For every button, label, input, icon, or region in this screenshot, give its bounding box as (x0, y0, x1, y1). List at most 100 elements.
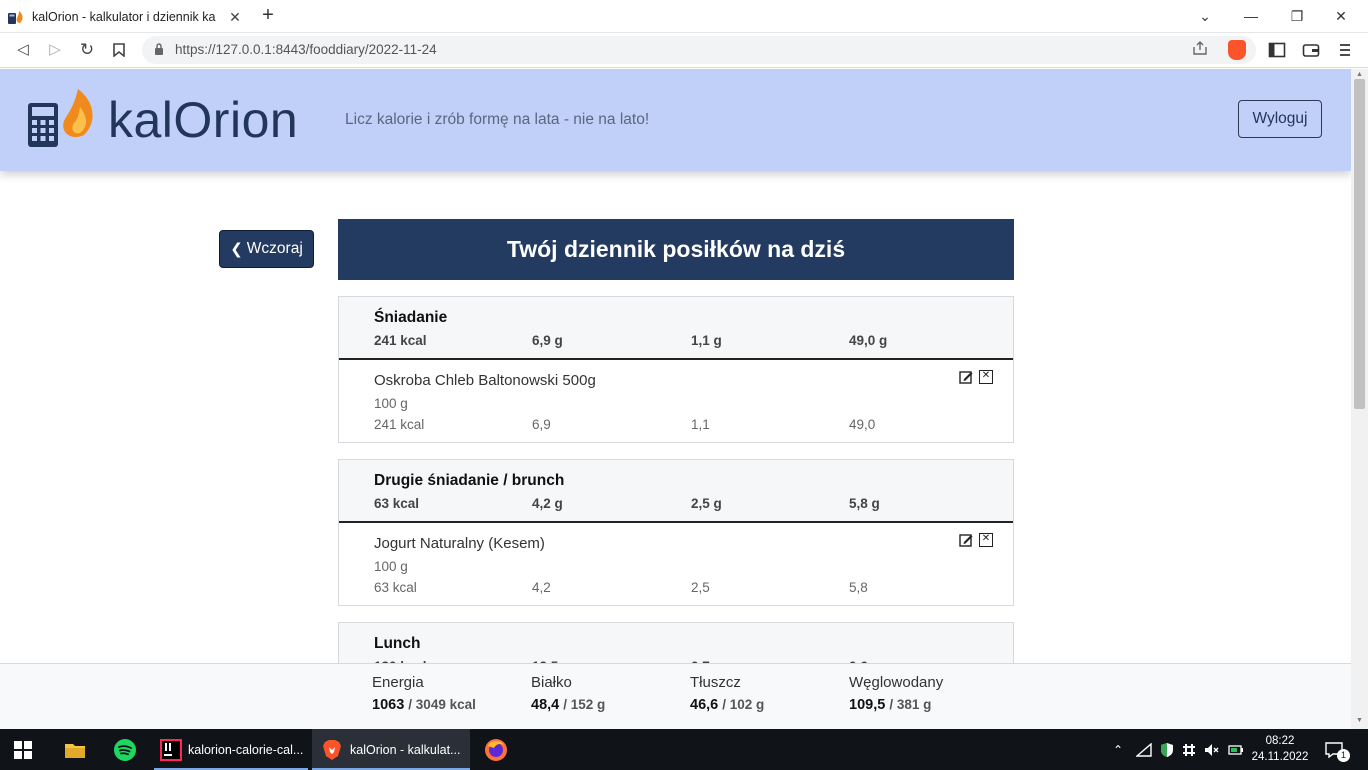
delete-icon[interactable]: ✕ (979, 533, 993, 547)
summary-carbs: Węglowodany 109,5 / 381 g (849, 674, 943, 713)
menu-icon[interactable] (1336, 41, 1354, 59)
summary-goal: / 102 g (722, 697, 765, 712)
summary-value: 48,4 (531, 697, 560, 713)
meal-total-carbs: 5,8 g (849, 496, 880, 511)
edit-icon[interactable] (959, 370, 973, 384)
security-shield-icon[interactable] (1160, 742, 1174, 758)
diary-title: Twój dziennik posiłków na dziś (338, 219, 1014, 280)
scroll-down-icon[interactable]: ▼ (1351, 717, 1368, 727)
summary-fat: Tłuszcz 46,6 / 102 g (690, 674, 764, 713)
summary-label: Białko (531, 674, 572, 691)
meal-total-fat: 1,1 g (691, 333, 722, 348)
clock-date: 24.11.2022 (1251, 751, 1309, 763)
firefox-icon[interactable] (484, 738, 508, 762)
url-text: https://127.0.0.1:8443/fooddiary/2022-11… (175, 42, 437, 57)
calculator-flame-favicon-icon (8, 10, 24, 24)
summary-label: Energia (372, 674, 424, 691)
meal-total-fat: 2,5 g (691, 496, 722, 511)
slogan: Licz kalorie i zrób formę na lata - nie … (345, 111, 650, 128)
site-header: kalOrion Licz kalorie i zrób formę na la… (0, 69, 1351, 171)
taskbar-app-label: kalorion-calorie-cal... (188, 742, 304, 757)
food-carbs: 5,8 (849, 580, 868, 595)
share-icon[interactable] (1192, 41, 1208, 58)
food-name: Jogurt Naturalny (Kesem) (374, 535, 545, 552)
tab-search-chevron-icon[interactable]: ⌄ (1182, 4, 1228, 28)
clock-time: 08:22 (1265, 735, 1295, 747)
edit-icon[interactable] (959, 533, 973, 547)
forward-icon[interactable]: ▷ (42, 38, 68, 62)
taskbar-app-intellij[interactable]: kalorion-calorie-cal... (154, 729, 308, 770)
summary-goal: / 152 g (563, 697, 606, 712)
page-viewport: kalOrion Licz kalorie i zrób formę na la… (0, 69, 1351, 729)
brand-name[interactable]: kalOrion (108, 91, 298, 149)
brave-shields-icon[interactable] (1228, 40, 1246, 60)
back-icon[interactable]: ◁ (10, 38, 36, 62)
reload-icon[interactable]: ↻ (74, 38, 100, 62)
summary-value: 1063 (372, 697, 405, 713)
meal-card: Śniadanie 241 kcal 6,9 g 1,1 g 49,0 g Os… (338, 296, 1014, 443)
new-tab-icon[interactable]: + (256, 3, 280, 27)
address-bar[interactable]: https://127.0.0.1:8443/fooddiary/2022-11… (142, 36, 1256, 64)
sidebar-icon[interactable] (1268, 41, 1286, 59)
summary-value: 46,6 (690, 697, 719, 713)
taskbar-app-label: kalOrion - kalkulat... (350, 742, 461, 757)
browser-toolbar: ◁ ▷ ↻ https://127.0.0.1:8443/fooddiary/2… (0, 33, 1368, 68)
wallet-icon[interactable] (1302, 41, 1320, 59)
battery-icon[interactable] (1228, 743, 1244, 757)
page-scrollbar[interactable]: ▲ ▼ (1351, 69, 1368, 729)
meal-name: Lunch (374, 635, 421, 652)
taskbar-app-brave[interactable]: kalOrion - kalkulat... (312, 729, 470, 770)
previous-day-label: Wczoraj (246, 240, 303, 257)
logout-button[interactable]: Wyloguj (1238, 100, 1322, 138)
daily-summary-bar: Energia 1063 / 3049 kcal Białko 48,4 / 1… (0, 663, 1351, 729)
system-clock[interactable]: 08:22 24.11.2022 (1250, 733, 1310, 765)
calculator-flame-logo-icon (28, 89, 93, 147)
food-quantity: 100 g (374, 559, 408, 574)
brave-browser-icon (323, 739, 341, 760)
meal-name: Drugie śniadanie / brunch (374, 472, 565, 489)
meal-total-protein: 4,2 g (532, 496, 563, 511)
file-explorer-icon[interactable] (63, 738, 87, 762)
speaker-muted-icon[interactable] (1204, 743, 1220, 757)
food-kcal: 63 kcal (374, 580, 417, 595)
meal-name: Śniadanie (374, 309, 448, 326)
intellij-icon (160, 738, 182, 761)
lock-icon (155, 43, 163, 55)
meal-total-kcal: 241 kcal (374, 333, 427, 348)
restore-icon[interactable]: ❐ (1274, 4, 1320, 28)
network-icon[interactable] (1136, 742, 1152, 757)
scrollbar-thumb[interactable] (1354, 79, 1365, 409)
chevron-left-icon: ❮ (230, 241, 243, 258)
food-kcal: 241 kcal (374, 417, 425, 432)
summary-value: 109,5 (849, 697, 886, 713)
meal-total-kcal: 63 kcal (374, 496, 420, 511)
meal-total-carbs: 49,0 g (849, 333, 888, 348)
notification-center[interactable]: 1 (1325, 729, 1350, 770)
window-close-icon[interactable]: ✕ (1318, 4, 1364, 28)
meal-total-protein: 6,9 g (532, 333, 563, 348)
summary-goal: / 381 g (889, 697, 932, 712)
windows-start-icon[interactable] (14, 741, 32, 759)
food-protein: 4,2 (532, 580, 551, 595)
food-entry: Oskroba Chleb Baltonowski 500g 100 g 241… (339, 360, 1013, 442)
browser-tab-strip: kalOrion - kalkulator i dziennik ka ✕ + … (0, 0, 1368, 33)
browser-tab[interactable]: kalOrion - kalkulator i dziennik ka ✕ (8, 3, 244, 31)
summary-protein: Białko 48,4 / 152 g (531, 674, 605, 713)
food-carbs: 49,0 (849, 417, 876, 432)
summary-goal: / 3049 kcal (408, 697, 476, 712)
system-tray: ⌃ (1108, 729, 1244, 770)
minimize-icon[interactable]: — (1228, 4, 1274, 28)
delete-icon[interactable]: ✕ (979, 370, 993, 384)
meal-header: Śniadanie 241 kcal 6,9 g 1,1 g 49,0 g (339, 297, 1013, 360)
tab-close-icon[interactable]: ✕ (226, 9, 244, 26)
tab-title: kalOrion - kalkulator i dziennik ka (32, 10, 216, 24)
summary-energy: Energia 1063 / 3049 kcal (372, 674, 476, 713)
slack-icon[interactable] (1182, 743, 1196, 757)
meal-header: Drugie śniadanie / brunch 63 kcal 4,2 g … (339, 460, 1013, 523)
tray-overflow-chevron-icon[interactable]: ⌃ (1108, 743, 1128, 757)
spotify-icon[interactable] (113, 738, 137, 762)
previous-day-button[interactable]: ❮ Wczoraj (219, 230, 314, 268)
food-entry: Jogurt Naturalny (Kesem) 100 g 63 kcal 4… (339, 523, 1013, 605)
bookmark-icon[interactable] (106, 38, 132, 62)
food-fat: 2,5 (691, 580, 710, 595)
